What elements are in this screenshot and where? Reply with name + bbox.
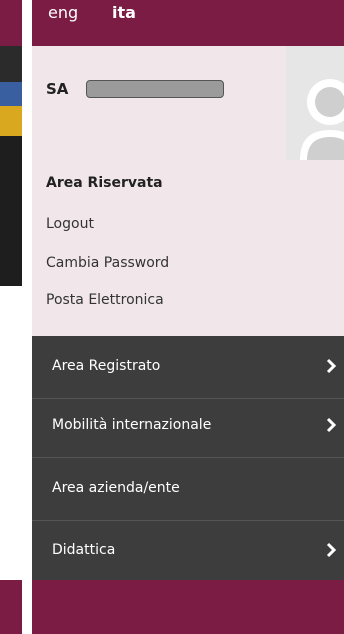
footer-bar bbox=[32, 580, 344, 634]
user-profile-panel: SA Area Riservata Logout Cambia Password… bbox=[32, 46, 344, 336]
reserved-area-title: Area Riservata bbox=[46, 175, 163, 191]
background-footer-segment bbox=[0, 580, 22, 634]
navigation-drawer: eng ita SA Area Riservata Logout Cambia … bbox=[32, 0, 344, 634]
menu-item-area-azienda-ente[interactable]: Area azienda/ente bbox=[32, 458, 344, 521]
main-menu: Area Registrato Mobilità internazionale … bbox=[32, 336, 344, 606]
user-name: SA bbox=[46, 80, 69, 98]
user-silhouette-icon bbox=[300, 79, 344, 160]
background-blue-segment bbox=[0, 82, 22, 106]
change-password-link[interactable]: Cambia Password bbox=[46, 255, 169, 271]
language-eng-link[interactable]: eng bbox=[48, 2, 78, 24]
avatar bbox=[286, 46, 344, 160]
background-yellow-segment bbox=[0, 106, 22, 136]
chevron-right-icon bbox=[326, 417, 336, 433]
menu-item-didattica[interactable]: Didattica bbox=[32, 520, 344, 583]
redacted-name-bar bbox=[86, 80, 224, 98]
menu-item-area-registrato[interactable]: Area Registrato bbox=[32, 336, 344, 399]
chevron-right-icon bbox=[326, 358, 336, 374]
background-image-segment bbox=[0, 136, 22, 286]
background-dark-segment bbox=[0, 46, 22, 82]
menu-item-label: Area azienda/ente bbox=[52, 480, 180, 496]
language-bar: eng ita bbox=[32, 0, 344, 46]
menu-item-label: Mobilità internazionale bbox=[52, 417, 212, 433]
email-link[interactable]: Posta Elettronica bbox=[46, 292, 164, 308]
logout-link[interactable]: Logout bbox=[46, 216, 94, 232]
chevron-right-icon bbox=[326, 542, 336, 558]
language-ita-link[interactable]: ita bbox=[112, 2, 136, 24]
menu-item-label: Area Registrato bbox=[52, 358, 161, 374]
menu-item-label: Didattica bbox=[52, 542, 116, 558]
background-header-segment bbox=[0, 0, 22, 46]
menu-item-mobilita-internazionale[interactable]: Mobilità internazionale bbox=[32, 395, 344, 458]
background-page-strip bbox=[0, 0, 32, 634]
